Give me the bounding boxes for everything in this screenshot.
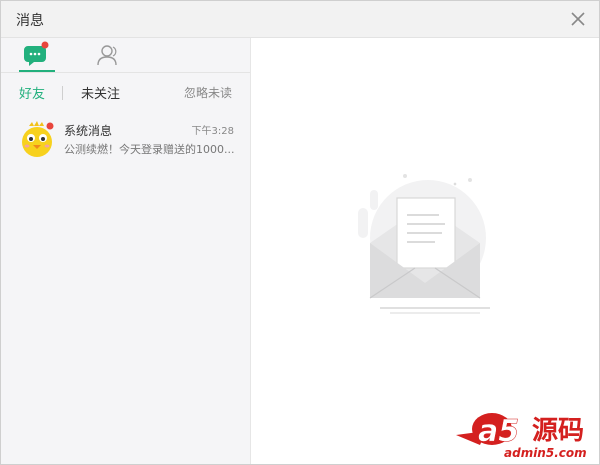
avatar <box>19 120 55 160</box>
open-envelope-icon <box>358 174 490 314</box>
message-preview: 公测续燃！今天登录赠送的1000... <box>64 143 235 156</box>
active-tab-indicator <box>19 70 55 72</box>
watermark-brand: a5 <box>478 414 519 449</box>
message-sender: 系统消息 <box>64 124 113 138</box>
subtab-bar: 好友 未关注 忽略未读 <box>1 83 250 103</box>
title-bar: 消息 <box>1 1 599 38</box>
watermark-cn: 源码 <box>532 416 584 446</box>
close-icon <box>571 12 585 26</box>
sidebar: 好友 未关注 忽略未读 系统消息 下午3:28 公测续燃！今天登录赠送的1000… <box>1 38 251 464</box>
sidebar-tabs <box>1 38 250 73</box>
watermark-domain: admin5.com <box>504 446 587 460</box>
list-item[interactable]: 系统消息 下午3:28 公测续燃！今天登录赠送的1000... <box>1 118 250 163</box>
chat-bubble-icon <box>24 41 49 66</box>
tab-contacts[interactable] <box>90 40 126 70</box>
message-time: 下午3:28 <box>191 126 234 137</box>
close-button[interactable] <box>567 8 589 30</box>
subtab-unfollowed[interactable]: 未关注 <box>81 83 120 102</box>
watermark-logo: a5 源码 admin5.com <box>456 401 596 461</box>
empty-mailbox-illustration <box>350 168 500 318</box>
messages-window: 消息 好友 未关注 忽略未读 系统消息 下午3:28 公测续燃！今天登录赠送的1… <box>0 0 600 465</box>
unread-dot-icon <box>46 122 54 130</box>
ignore-unread-link[interactable]: 忽略未读 <box>184 84 232 101</box>
tab-messages[interactable] <box>19 40 55 70</box>
subtab-divider <box>62 86 63 100</box>
subtab-friends[interactable]: 好友 <box>19 83 45 102</box>
chick-avatar-icon <box>22 121 54 157</box>
unread-badge-icon <box>41 41 49 49</box>
window-title: 消息 <box>16 13 44 29</box>
contacts-icon <box>97 45 117 66</box>
